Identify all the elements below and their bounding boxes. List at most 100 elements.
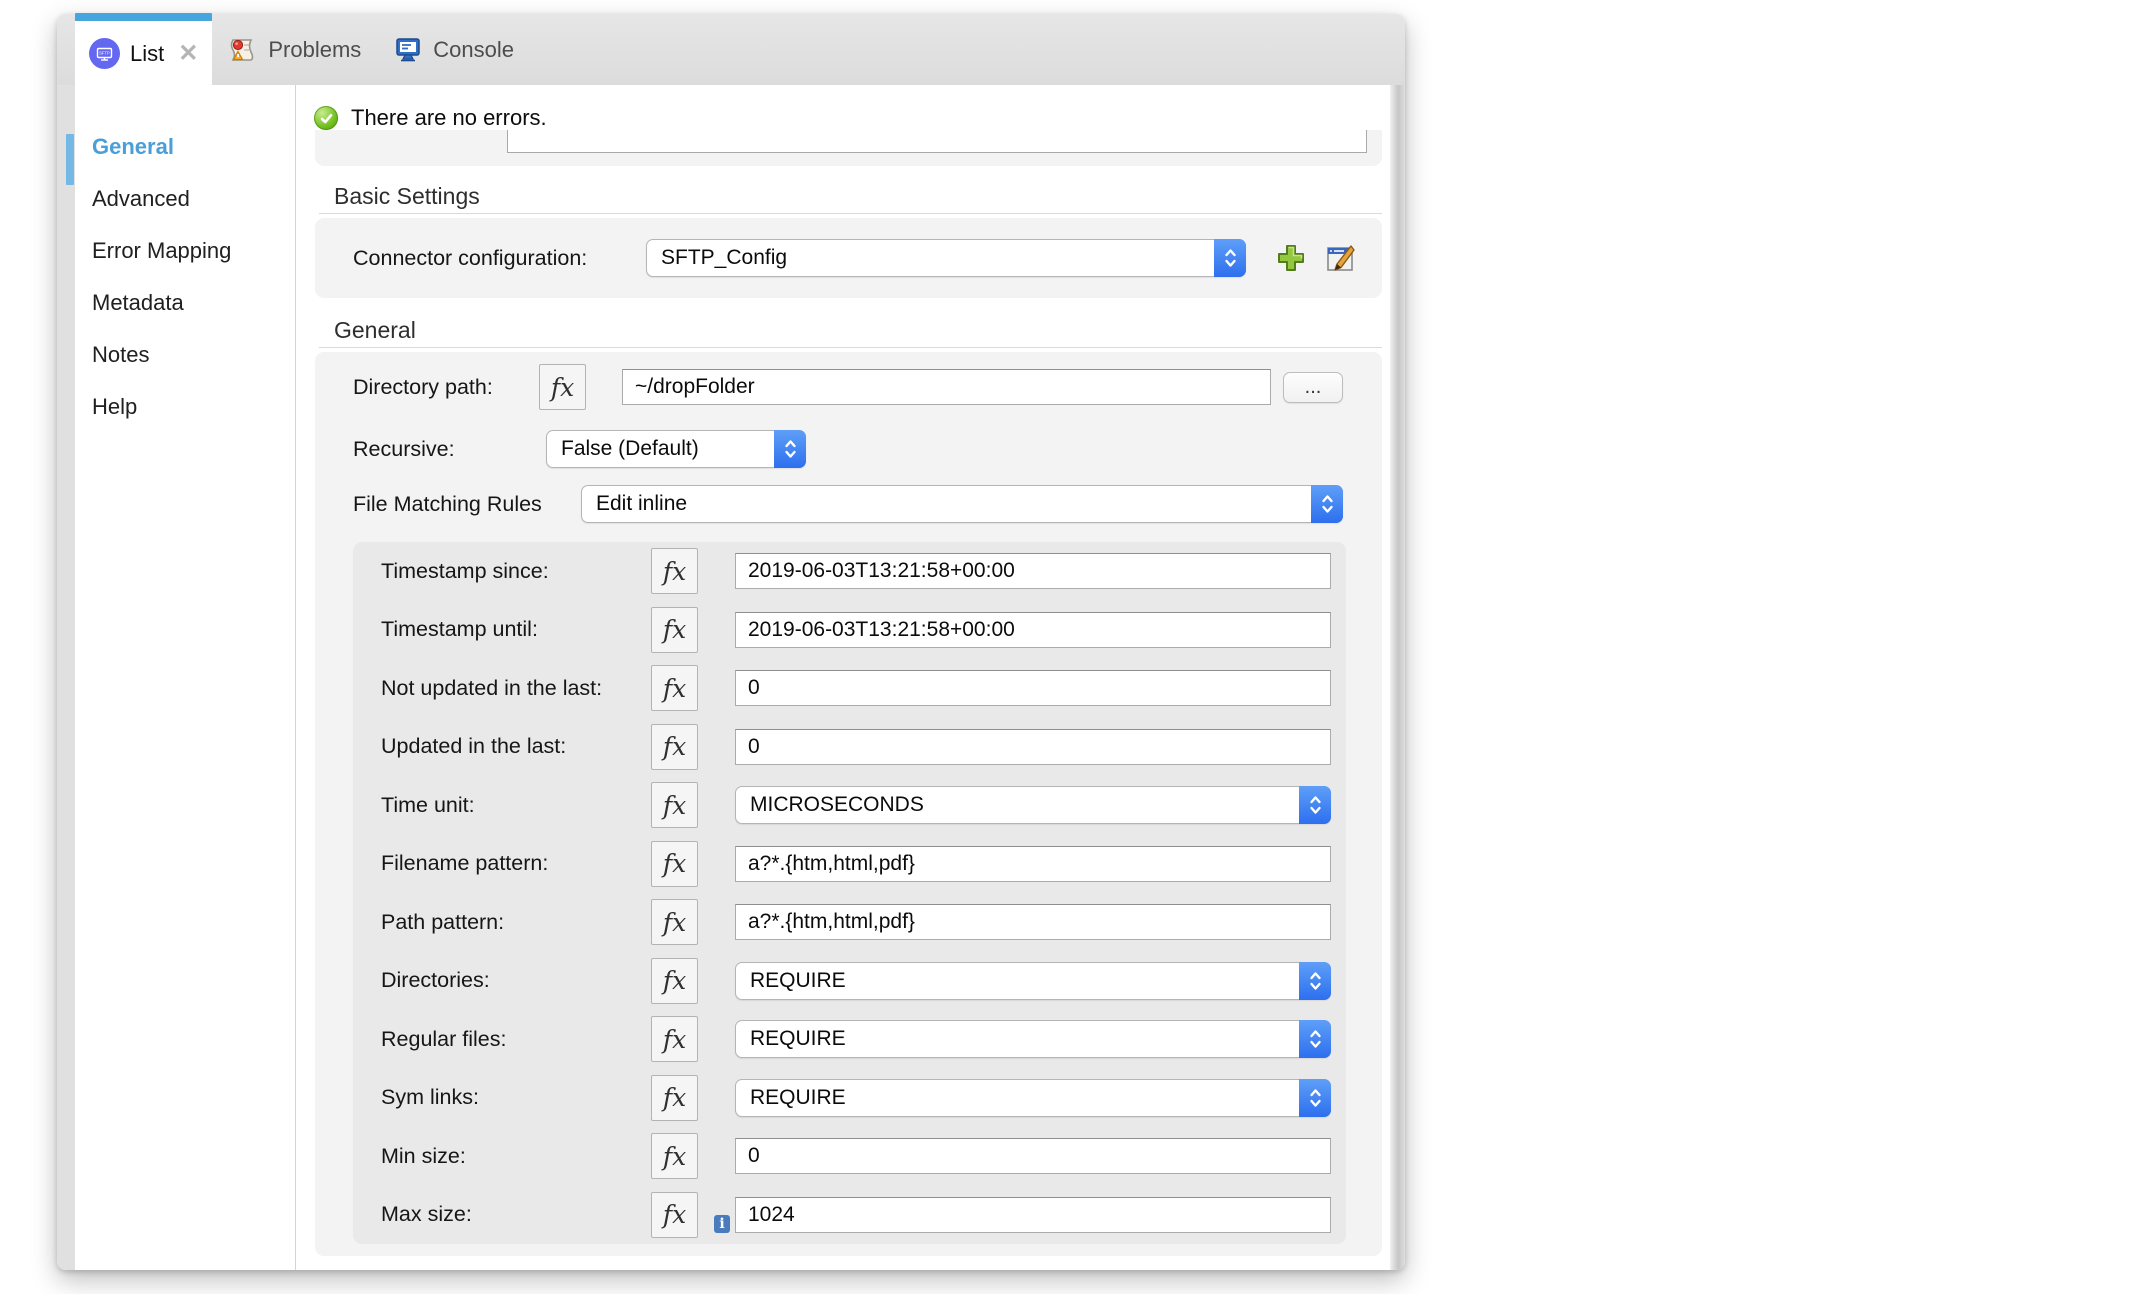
fx-expression-button[interactable]: fx bbox=[651, 1016, 698, 1063]
field-label: Time unit: bbox=[381, 792, 475, 817]
fx-expression-button[interactable]: fx bbox=[651, 1074, 698, 1121]
add-config-button[interactable] bbox=[1274, 241, 1308, 275]
general-panel: Directory path: fx ... Recursive: False … bbox=[315, 352, 1382, 1256]
field-label: Path pattern: bbox=[381, 909, 505, 934]
recursive-row: Recursive: False (Default) bbox=[353, 430, 1343, 468]
connector-configuration-select[interactable]: SFTP_Config bbox=[646, 239, 1246, 277]
control-wrap: REQUIRE bbox=[735, 961, 1331, 1000]
control-wrap bbox=[735, 553, 1331, 590]
info-icon[interactable]: i bbox=[714, 1214, 730, 1233]
screenshot-root: SFTP List ✕ Problems Console General Adv… bbox=[0, 0, 2142, 1294]
field-label: File Matching Rules bbox=[353, 491, 542, 516]
tab-list[interactable]: SFTP List ✕ bbox=[75, 13, 213, 86]
field-label: Timestamp since: bbox=[381, 558, 549, 583]
svg-text:SFTP: SFTP bbox=[99, 51, 110, 56]
recursive-select[interactable]: False (Default) bbox=[546, 430, 806, 468]
scrollbar-track[interactable] bbox=[1390, 85, 1405, 1270]
field-label: Timestamp until: bbox=[381, 617, 538, 642]
path-pattern-input[interactable] bbox=[735, 904, 1331, 941]
active-section-indicator bbox=[66, 134, 74, 185]
file-matching-rules-panel: Timestamp since:fxTimestamp until:fxNot … bbox=[353, 542, 1346, 1244]
field-label: Directories: bbox=[381, 968, 490, 993]
tab-problems[interactable]: Problems bbox=[212, 14, 377, 85]
regular-files-select[interactable]: REQUIRE bbox=[735, 1020, 1331, 1059]
clipped-input[interactable] bbox=[507, 130, 1367, 153]
field-label: Filename pattern: bbox=[381, 851, 549, 876]
sidebar-item-help[interactable]: Help bbox=[75, 381, 295, 433]
not-updated-in-the-last-input[interactable] bbox=[735, 670, 1331, 707]
view-tabbar: SFTP List ✕ Problems Console bbox=[57, 13, 1405, 86]
rule-row: Path pattern: fx bbox=[353, 893, 1346, 952]
select-value: False (Default) bbox=[561, 437, 699, 460]
timestamp-until-input[interactable] bbox=[735, 611, 1331, 648]
control-wrap bbox=[735, 845, 1331, 882]
file-matching-rules-select[interactable]: Edit inline bbox=[581, 485, 1343, 523]
fx-expression-button[interactable]: fx bbox=[651, 606, 698, 653]
section-title-basic-settings: Basic Settings bbox=[319, 183, 1382, 214]
tab-label: Problems bbox=[268, 36, 362, 62]
sidebar-item-metadata[interactable]: Metadata bbox=[75, 277, 295, 329]
fx-expression-button[interactable]: fx bbox=[651, 840, 698, 887]
fx-expression-button[interactable]: fx bbox=[539, 364, 586, 410]
console-icon bbox=[393, 35, 423, 65]
problems-icon bbox=[228, 35, 258, 65]
edit-config-button[interactable] bbox=[1323, 240, 1359, 276]
fx-expression-button[interactable]: fx bbox=[651, 899, 698, 946]
rule-row: Updated in the last: fx bbox=[353, 718, 1346, 777]
sidebar-item-advanced[interactable]: Advanced bbox=[75, 173, 295, 225]
rule-row: Regular files: fx REQUIRE bbox=[353, 1010, 1346, 1069]
select-value: REQUIRE bbox=[750, 1085, 846, 1109]
min-size-input[interactable] bbox=[735, 1138, 1331, 1175]
tab-label: Console bbox=[433, 36, 514, 62]
directory-path-input[interactable] bbox=[622, 369, 1271, 405]
basic-settings-panel: Connector configuration: SFTP_Config bbox=[315, 218, 1382, 298]
rule-row: Not updated in the last: fx bbox=[353, 659, 1346, 718]
field-label: Recursive: bbox=[353, 436, 455, 461]
filename-pattern-input[interactable] bbox=[735, 845, 1331, 882]
select-value: SFTP_Config bbox=[661, 246, 788, 269]
clipped-panel-above bbox=[315, 130, 1382, 166]
close-icon[interactable]: ✕ bbox=[178, 41, 198, 66]
control-wrap: i bbox=[714, 1196, 1331, 1233]
fx-expression-button[interactable]: fx bbox=[651, 1133, 698, 1180]
max-size-input[interactable] bbox=[735, 1196, 1331, 1233]
browse-directory-button[interactable]: ... bbox=[1283, 371, 1343, 403]
time-unit-select[interactable]: MICROSECONDS bbox=[735, 786, 1331, 825]
select-value: REQUIRE bbox=[750, 968, 846, 992]
fx-expression-button[interactable]: fx bbox=[651, 782, 698, 829]
rule-row: Timestamp since: fx bbox=[353, 542, 1346, 601]
fx-expression-button[interactable]: fx bbox=[651, 548, 698, 595]
control-wrap bbox=[735, 728, 1331, 765]
chevron-up-down-icon bbox=[774, 430, 806, 468]
fx-expression-button[interactable]: fx bbox=[651, 723, 698, 770]
timestamp-since-input[interactable] bbox=[735, 553, 1331, 590]
connector-configuration-row: Connector configuration: SFTP_Config bbox=[353, 239, 1359, 277]
properties-main: There are no errors. Basic Settings Conn… bbox=[296, 85, 1405, 1270]
sidebar-nav: General Advanced Error Mapping Metadata Note… bbox=[75, 85, 296, 1270]
updated-in-the-last-input[interactable] bbox=[735, 728, 1331, 765]
sidebar-item-general[interactable]: General bbox=[75, 121, 295, 173]
chevron-up-down-icon bbox=[1299, 961, 1331, 1000]
field-label: Updated in the last: bbox=[381, 734, 567, 759]
field-label: Max size: bbox=[381, 1202, 472, 1227]
control-wrap bbox=[735, 611, 1331, 648]
control-wrap bbox=[735, 904, 1331, 941]
rule-row: Min size: fx bbox=[353, 1127, 1346, 1186]
field-label: Min size: bbox=[381, 1143, 466, 1168]
chevron-up-down-icon bbox=[1214, 239, 1246, 277]
fx-expression-button[interactable]: fx bbox=[651, 1191, 698, 1238]
sidebar-item-error-mapping[interactable]: Error Mapping bbox=[75, 225, 295, 277]
rule-row: Sym links: fx REQUIRE bbox=[353, 1069, 1346, 1128]
directories-select[interactable]: REQUIRE bbox=[735, 961, 1331, 1000]
fx-expression-button[interactable]: fx bbox=[651, 665, 698, 712]
control-wrap: REQUIRE bbox=[735, 1020, 1331, 1059]
tab-console[interactable]: Console bbox=[377, 14, 530, 85]
view-body: General Advanced Error Mapping Metadata Note… bbox=[57, 85, 1405, 1270]
rule-row: Timestamp until: fx bbox=[353, 601, 1346, 660]
sidebar-item-notes[interactable]: Notes bbox=[75, 329, 295, 381]
select-value: REQUIRE bbox=[750, 1027, 846, 1051]
fx-expression-button[interactable]: fx bbox=[651, 957, 698, 1004]
chevron-up-down-icon bbox=[1299, 1078, 1331, 1117]
sym-links-select[interactable]: REQUIRE bbox=[735, 1078, 1331, 1117]
chevron-up-down-icon bbox=[1311, 485, 1343, 523]
